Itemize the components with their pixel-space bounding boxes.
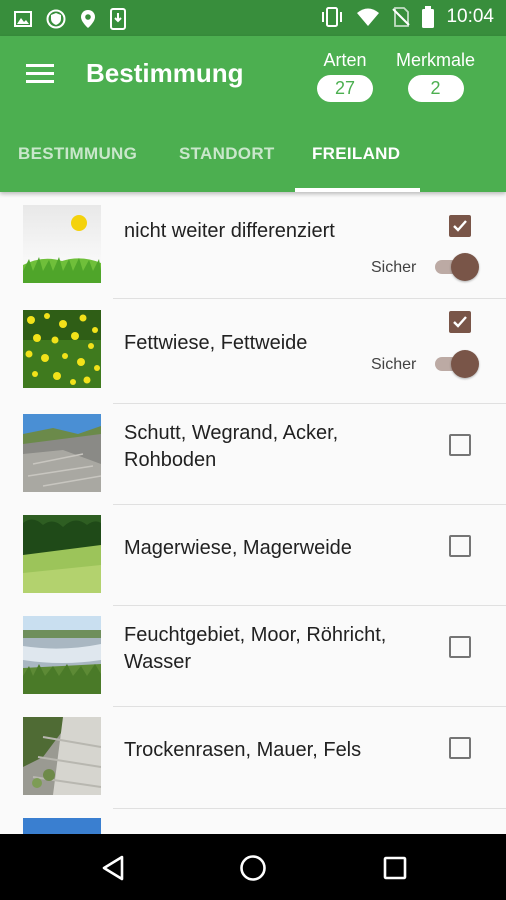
tab-bestimmung[interactable]: BESTIMMUNG: [18, 134, 137, 192]
home-icon[interactable]: [239, 854, 267, 882]
clock-time: 10:04: [446, 6, 494, 27]
habitat-label: Feuchtgebiet, Moor, Röhricht, Wasser: [124, 624, 387, 673]
no-sim-icon: [392, 7, 411, 27]
check-icon: [453, 316, 467, 328]
sicher-toggle[interactable]: [433, 253, 479, 281]
list-item[interactable]: Schutt, Wegrand, Acker, Rohboden: [0, 404, 506, 504]
system-nav-bar: [0, 834, 506, 900]
habitat-label: nicht weiter differenziert: [124, 220, 335, 242]
arten-counter: Arten 27: [317, 50, 373, 102]
arten-count-badge: 27: [317, 75, 373, 102]
habitat-label: Magerwiese, Magerweide: [124, 537, 352, 559]
checkbox[interactable]: [449, 535, 471, 557]
sicher-toggle[interactable]: [433, 350, 479, 378]
image-icon: [14, 11, 32, 27]
menu-icon[interactable]: [26, 64, 54, 86]
checkbox-checked[interactable]: [449, 215, 471, 237]
habitat-list: nicht weiter differenziert Sicher Fettwi…: [0, 192, 506, 834]
habitat-label: Schutt, Wegrand, Acker, Rohboden: [124, 422, 339, 471]
app-bar: Bestimmung Arten 27 Merkmale 2 BESTIMMUN…: [0, 36, 506, 192]
checkbox-checked[interactable]: [449, 311, 471, 333]
vibrate-icon: [322, 7, 343, 27]
habitat-thumbnail: [23, 310, 101, 388]
habitat-thumbnail: [23, 414, 101, 492]
habitat-thumbnail-partial: [23, 818, 101, 834]
list-item[interactable]: nicht weiter differenziert Sicher: [0, 192, 506, 298]
merkmale-label: Merkmale: [396, 50, 476, 70]
status-bar: 10:04: [0, 0, 506, 36]
list-item[interactable]: Fettwiese, Fettweide Sicher: [0, 299, 506, 403]
habitat-thumbnail: [23, 717, 101, 795]
check-icon: [453, 220, 467, 232]
tab-freiland[interactable]: FREILAND: [312, 134, 400, 192]
habitat-thumbnail: [23, 205, 101, 283]
shield-icon: [46, 9, 66, 29]
battery-icon: [422, 6, 435, 28]
list-item[interactable]: Trockenrasen, Mauer, Fels: [0, 707, 506, 808]
merkmale-counter: Merkmale 2: [396, 50, 475, 102]
tab-bar: BESTIMMUNG STANDORT FREILAND: [0, 134, 506, 192]
arten-label: Arten: [323, 50, 367, 70]
sicher-label: Sicher: [371, 356, 417, 373]
list-item[interactable]: Magerwiese, Magerweide: [0, 505, 506, 605]
merkmale-count-badge: 2: [407, 75, 464, 102]
list-item[interactable]: Feuchtgebiet, Moor, Röhricht, Wasser: [0, 606, 506, 706]
divider: [113, 808, 506, 809]
page-title: Bestimmung: [86, 58, 244, 88]
habitat-thumbnail: [23, 616, 101, 694]
checkbox[interactable]: [449, 636, 471, 658]
location-pin-icon: [81, 10, 95, 28]
phone-download-icon: [110, 8, 126, 30]
habitat-label: Fettwiese, Fettweide: [124, 332, 308, 354]
tab-standort[interactable]: STANDORT: [179, 134, 275, 192]
wifi-icon: [357, 8, 380, 26]
recents-icon[interactable]: [382, 855, 408, 881]
habitat-thumbnail: [23, 515, 101, 593]
habitat-label: Trockenrasen, Mauer, Fels: [124, 739, 362, 761]
sicher-label: Sicher: [371, 259, 417, 276]
checkbox[interactable]: [449, 737, 471, 759]
checkbox[interactable]: [449, 434, 471, 456]
back-icon[interactable]: [100, 854, 126, 882]
